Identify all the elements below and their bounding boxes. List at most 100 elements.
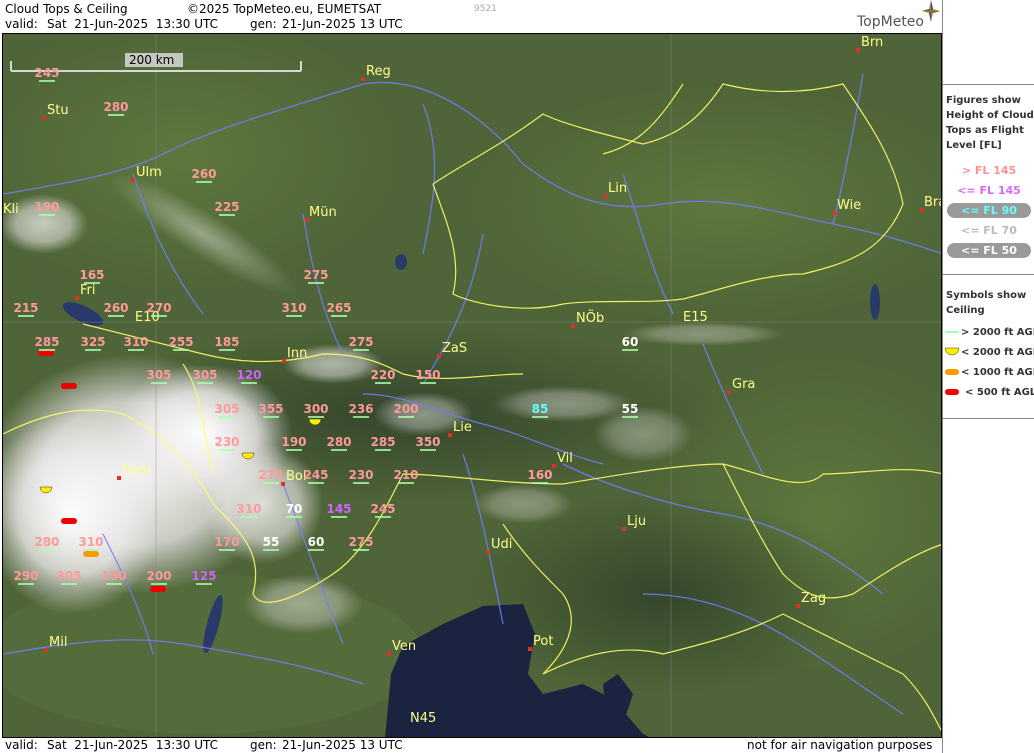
compass-star-icon xyxy=(922,0,940,26)
copyright: ©2025 TopMeteo.eu, EUMETSAT xyxy=(187,2,382,16)
cloud-top-value: 165 xyxy=(79,268,104,282)
gen-label: gen: xyxy=(250,17,277,31)
disclaimer: not for air navigation purposes xyxy=(747,738,933,752)
city-label[interactable]: Lju xyxy=(627,514,646,529)
cloud-top-value: 230 xyxy=(348,468,373,482)
map-canvas: 200 km Brn Reg Stu Ulm Kli Mün Lin Wie Bra Fri NÖb… xyxy=(3,34,942,737)
satellite-map[interactable]: 200 km Brn Reg Stu Ulm Kli Mün Lin Wie Bra Fri NÖb… xyxy=(2,33,942,738)
cloud-top-value: 305 xyxy=(214,402,239,416)
ceiling-legend-title-line: Ceiling xyxy=(946,305,985,316)
scale-bar-label: 200 km xyxy=(129,53,174,67)
city-label[interactable]: Mil xyxy=(49,635,67,650)
city-label[interactable]: Inn xyxy=(287,346,307,361)
grid-label: E15 xyxy=(683,310,708,325)
city-label[interactable]: Vil xyxy=(557,451,573,466)
city-label[interactable]: Lin xyxy=(608,181,627,196)
footer-valid-label: valid: xyxy=(5,738,38,752)
city-marker xyxy=(282,359,286,363)
ceiling-red-pill xyxy=(61,518,77,524)
city-label[interactable]: Lie xyxy=(453,420,472,435)
city-label[interactable]: Sam xyxy=(122,463,151,478)
city-label[interactable]: Wie xyxy=(837,198,861,213)
cloud-top-value: 190 xyxy=(281,435,306,449)
cloud-top-value: 230 xyxy=(214,435,239,449)
cloud-top-value: 350 xyxy=(415,435,440,449)
fl-legend: Figures show Height of Cloud Tops as Fli… xyxy=(943,84,1034,274)
city-label[interactable]: Brn xyxy=(861,35,883,50)
cloud-top-value: 305 xyxy=(146,368,171,382)
cloud-top-value: 265 xyxy=(326,301,351,315)
product-title: Cloud Tops & Ceiling xyxy=(5,2,128,16)
fl-legend-item-70: <= FL 70 xyxy=(961,224,1017,237)
cloud-top-value: 245 xyxy=(303,468,328,482)
city-marker xyxy=(44,648,48,652)
city-marker xyxy=(361,77,365,81)
city-label[interactable]: Mün xyxy=(309,205,337,220)
grid-label: N45 xyxy=(410,711,436,726)
cloud-top-value: 200 xyxy=(146,569,171,583)
footer-gen-time: 21-Jun-2025 13 UTC xyxy=(282,738,403,752)
gen-time: 21-Jun-2025 13 UTC xyxy=(282,17,403,31)
city-marker xyxy=(528,647,532,651)
city-marker xyxy=(486,550,490,554)
ceiling-label: < 500 ft AGL xyxy=(965,387,1034,398)
cloud-top-value: 280 xyxy=(103,100,128,114)
cloud-top-value: 285 xyxy=(34,335,59,349)
ceiling-legend-item-below-2000: < 2000 ft AGL xyxy=(945,346,1034,360)
city-label[interactable]: Reg xyxy=(366,64,391,79)
cloud-top-value: 225 xyxy=(214,200,239,214)
ceiling-label: > 2000 ft AGL xyxy=(961,327,1034,338)
cloud-top-value: 120 xyxy=(236,368,261,382)
city-label[interactable]: Fri xyxy=(80,283,96,298)
city-label[interactable]: Udi xyxy=(491,537,512,552)
cloud-top-value: 260 xyxy=(103,301,128,315)
cloud-top-value: 210 xyxy=(393,468,418,482)
cloud-top-value: 310 xyxy=(236,502,261,516)
city-label[interactable]: Ulm xyxy=(136,165,162,180)
ceiling-red-pill xyxy=(150,586,166,592)
fl-legend-item-90: <= FL 90 xyxy=(947,203,1031,218)
cloud-top-value: 55 xyxy=(263,535,280,549)
city-marker xyxy=(437,354,441,358)
cloud-top-value: 215 xyxy=(13,301,38,315)
city-label[interactable]: Zag xyxy=(801,591,826,606)
cloud-top-value: 280 xyxy=(326,435,351,449)
city-marker xyxy=(832,211,836,215)
cloud-top-value: 280 xyxy=(34,535,59,549)
cloud-top-value: 260 xyxy=(191,167,216,181)
cloud-top-value: 275 xyxy=(348,535,373,549)
city-label[interactable]: NÖb xyxy=(576,309,604,326)
ceiling-label: < 1000 ft AGL xyxy=(961,367,1034,378)
fl-legend-title-line: Figures show xyxy=(946,95,1021,106)
cloud-top-value: 305 xyxy=(192,368,217,382)
cloud-top-value: 160 xyxy=(527,468,552,482)
ceiling-legend-title-line: Symbols show xyxy=(946,290,1027,301)
city-label[interactable]: Ven xyxy=(392,639,416,654)
ceiling-label: < 2000 ft AGL xyxy=(961,347,1034,358)
fl-legend-title-line: Tops as Flight xyxy=(946,125,1024,136)
city-label[interactable]: ZaS xyxy=(442,341,467,356)
ceiling-red-pill xyxy=(61,383,77,389)
cloud-top-value: 185 xyxy=(214,335,239,349)
cloud-top-value: 55 xyxy=(622,402,639,416)
city-marker xyxy=(75,296,79,300)
city-marker xyxy=(571,324,575,328)
ceiling-legend-item-below-1000: < 1000 ft AGL xyxy=(945,366,1034,380)
city-label[interactable]: Kli xyxy=(3,202,19,217)
city-label[interactable]: Pot xyxy=(533,634,553,649)
ceiling-red-pill xyxy=(38,350,54,356)
fl-legend-item-145: <= FL 145 xyxy=(957,184,1021,197)
cloud-top-value: 310 xyxy=(281,301,306,315)
city-label[interactable]: Stu xyxy=(47,103,69,118)
cloud-top-value: 255 xyxy=(168,335,193,349)
cloud-top-value: 300 xyxy=(303,402,328,416)
city-marker xyxy=(622,527,626,531)
cloud-top-value: 220 xyxy=(370,368,395,382)
city-label[interactable]: Gra xyxy=(732,377,755,392)
cloud-top-value: 145 xyxy=(326,502,351,516)
topmeteo-logo-text[interactable]: TopMeteo xyxy=(857,14,924,30)
fl-legend-item-high: > FL 145 xyxy=(961,164,1017,177)
legend-panel: Figures show Height of Cloud Tops as Fli… xyxy=(942,0,1034,753)
city-marker xyxy=(387,652,391,656)
city-label[interactable]: Bra xyxy=(924,195,942,210)
